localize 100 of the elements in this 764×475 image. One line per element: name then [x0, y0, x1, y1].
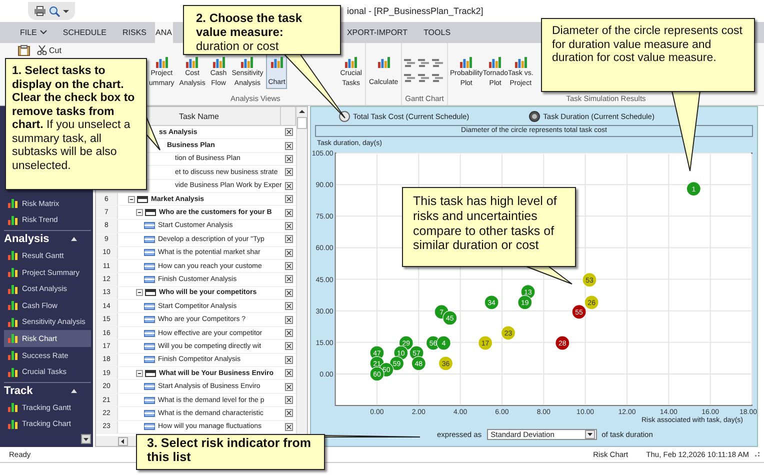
task-bar-icon	[144, 262, 155, 270]
bar-chart-icon	[186, 56, 198, 68]
gantt-bars-icon[interactable]	[404, 58, 416, 68]
bar-chart-icon	[378, 56, 390, 68]
bar-chart-icon	[156, 56, 168, 68]
collapse-icon[interactable]	[136, 289, 143, 296]
checkbox[interactable]	[285, 409, 293, 418]
section-title[interactable]: Analysis	[4, 233, 50, 246]
checkbox[interactable]	[285, 275, 293, 284]
checkbox[interactable]	[285, 154, 293, 163]
ribbon-tab[interactable]: SCHEDULE	[54, 22, 114, 43]
task-bar-icon	[144, 222, 155, 230]
gantt-bars-icon[interactable]	[418, 58, 430, 68]
caret-icon[interactable]	[63, 7, 69, 15]
bar-chart-icon	[8, 418, 18, 429]
checkbox[interactable]	[285, 356, 293, 364]
checkbox[interactable]	[285, 369, 293, 378]
task-bar-icon	[144, 342, 155, 350]
summary-bar-icon	[145, 209, 156, 216]
gantt-bars-icon[interactable]	[418, 73, 430, 83]
bar-chart-icon	[345, 56, 358, 68]
bar-chart-icon	[8, 300, 18, 310]
collapse-caret-icon[interactable]	[71, 388, 77, 393]
gantt-bars-icon[interactable]	[404, 73, 416, 83]
gantt-bars-icon[interactable]	[432, 58, 444, 68]
resize-grip-icon	[755, 452, 760, 457]
gantt-bars-icon[interactable]	[432, 73, 444, 83]
summary-bar-icon	[137, 196, 148, 203]
checkbox[interactable]	[285, 195, 293, 204]
collapse-icon[interactable]	[136, 209, 143, 216]
checkbox[interactable]	[285, 262, 293, 270]
task-bar-icon	[144, 396, 155, 404]
caret-icon[interactable]	[40, 30, 47, 35]
checkbox[interactable]	[285, 168, 293, 176]
printer-icon[interactable]	[34, 6, 46, 16]
bar-chart-icon	[514, 56, 527, 68]
bar-chart-icon	[270, 56, 283, 68]
checkbox[interactable]	[285, 342, 293, 350]
radio-icon	[529, 110, 540, 122]
checkbox[interactable]	[285, 222, 293, 230]
callout-note: Diameter of the circle represents cost for duration value measure and duration for cost value measure.	[541, 18, 755, 92]
bar-chart-icon	[8, 350, 18, 360]
checkbox[interactable]	[285, 142, 293, 150]
scroll-left-icon[interactable]	[118, 436, 128, 446]
ribbon-tab[interactable]: XPORT-IMPORT	[344, 22, 416, 43]
cut-button[interactable]: Cut	[37, 45, 62, 55]
bar-chart-icon	[8, 250, 18, 260]
magnifier-icon[interactable]	[49, 6, 60, 16]
dropdown-icon[interactable]	[81, 434, 91, 444]
window-title: ional - [RP_BusinessPlan_Track2]	[347, 6, 484, 16]
task-bar-icon	[144, 383, 155, 390]
bar-chart-icon	[8, 402, 18, 412]
ribbon-tab[interactable]: ANA	[154, 22, 173, 43]
bar-chart-icon	[241, 56, 254, 68]
bar-chart-icon	[8, 267, 18, 278]
section-title[interactable]: Track	[4, 384, 33, 397]
bar-chart-icon	[8, 214, 18, 225]
bar-chart-icon	[212, 56, 225, 68]
checkbox[interactable]	[285, 208, 293, 217]
ribbon-tab[interactable]: RISKS	[114, 22, 154, 43]
bar-chart-icon	[8, 198, 18, 208]
scissors-icon	[37, 45, 47, 55]
bar-chart-icon	[8, 333, 18, 344]
task-bar-icon	[144, 316, 155, 324]
checkbox[interactable]	[285, 235, 293, 244]
task-bar-icon	[144, 276, 155, 283]
checkbox[interactable]	[285, 396, 293, 404]
checkbox[interactable]	[285, 316, 293, 324]
collapse-caret-icon[interactable]	[71, 237, 77, 242]
scroll-thumb[interactable]	[297, 117, 307, 129]
task-bar-icon	[144, 302, 155, 310]
checkbox[interactable]	[285, 382, 293, 391]
checkbox[interactable]	[285, 288, 293, 297]
bar-chart-icon	[8, 284, 18, 294]
ribbon-tab[interactable]: FILE	[12, 22, 55, 43]
collapse-icon[interactable]	[128, 196, 135, 203]
collapse-icon[interactable]	[136, 370, 143, 377]
task-bar-icon	[144, 249, 155, 256]
bar-chart-icon	[489, 56, 502, 68]
checkbox[interactable]	[285, 182, 293, 190]
summary-bar-icon	[145, 370, 156, 377]
task-bar-icon	[144, 410, 155, 417]
task-bar-icon	[144, 330, 155, 337]
bar-chart-icon	[460, 56, 472, 68]
task-bar-icon	[144, 356, 155, 364]
checkbox[interactable]	[285, 302, 293, 310]
checkbox[interactable]	[285, 329, 293, 338]
dropdown-arrow-icon[interactable]	[584, 430, 595, 439]
task-bar-icon	[144, 423, 155, 430]
clipboard-icon[interactable]	[18, 45, 31, 56]
checkbox[interactable]	[285, 128, 293, 136]
checkbox[interactable]	[285, 248, 293, 257]
bar-chart-icon	[8, 366, 18, 377]
callout-note: 3. Select risk indicator from this list	[136, 434, 325, 470]
summary-bar-icon	[145, 289, 156, 296]
task-bar-icon	[144, 236, 155, 243]
checkbox[interactable]	[285, 422, 293, 431]
ribbon-tab[interactable]: TOOLS	[416, 22, 459, 43]
callout-note: 1. Select tasks to display on the chart. Clear the check box to remove tasks from chart. If you unselect a summary task, all subtasks will be also unselected.	[5, 58, 147, 190]
bar-chart-icon	[8, 316, 18, 327]
